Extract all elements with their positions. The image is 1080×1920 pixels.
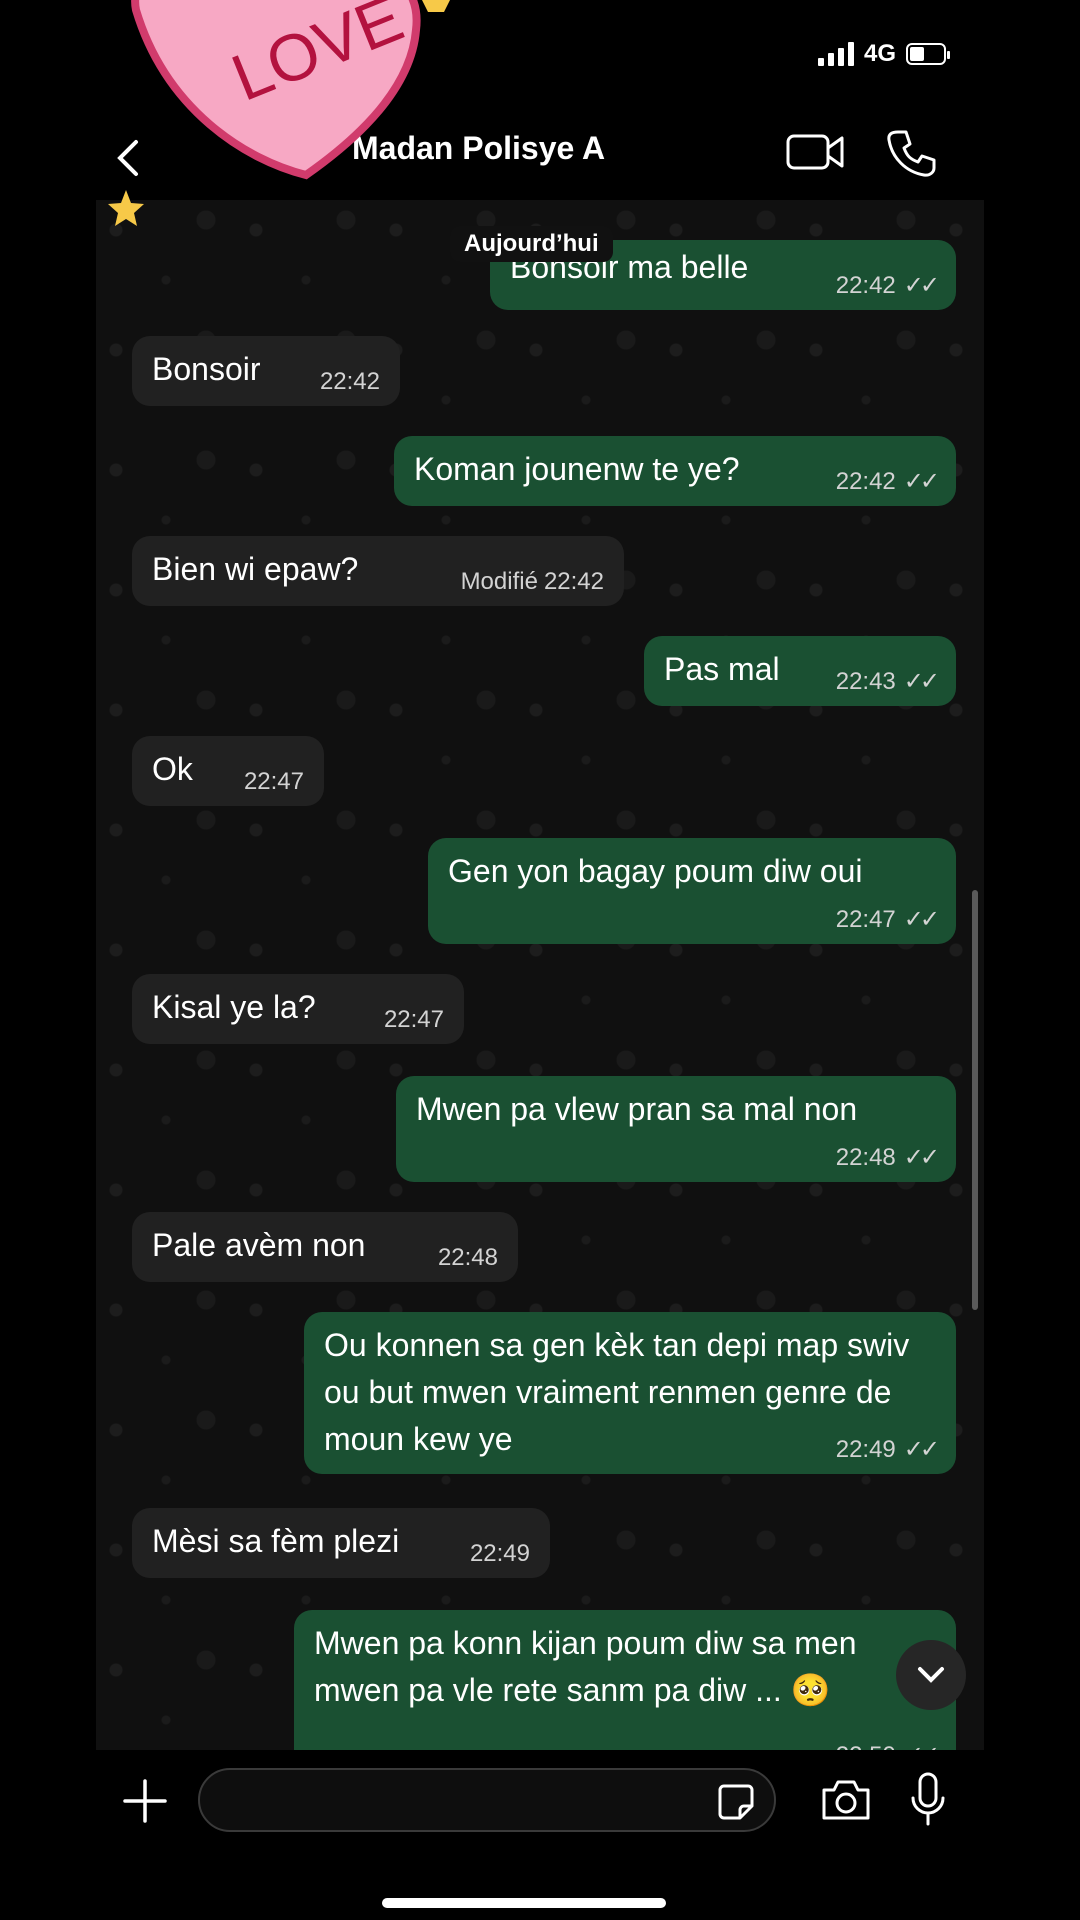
message-text: Ok <box>152 751 193 787</box>
message-time: 22:49 <box>835 1436 896 1463</box>
message-time: 22:48 <box>437 1244 498 1271</box>
read-ticks-icon: ✓✓ <box>903 1144 940 1171</box>
read-ticks-icon: ✓✓ <box>903 668 940 695</box>
message-bubble-outgoing[interactable]: Koman jounenw te ye? 22:42 ✓✓ <box>394 436 956 506</box>
composer-bar <box>96 1750 984 1920</box>
message-time: 22:42 <box>543 568 604 595</box>
message-bubble-incoming[interactable]: Mèsi sa fèm plezi 22:49 <box>132 1508 550 1578</box>
read-ticks-icon: ✓✓ <box>903 1436 940 1463</box>
chevron-down-icon <box>918 1667 944 1683</box>
message-bubble-outgoing[interactable]: Mwen pa konn kijan poum diw sa men mwen … <box>294 1610 956 1750</box>
read-ticks-icon: ✓✓ <box>903 272 940 299</box>
chat-scrollbar[interactable] <box>972 890 978 1310</box>
plus-icon[interactable] <box>122 1778 168 1824</box>
message-text: Mèsi sa fèm plezi <box>152 1523 400 1559</box>
message-time: 22:49 <box>469 1540 530 1567</box>
message-bubble-incoming[interactable]: Kisal ye la? 22:47 <box>132 974 464 1044</box>
message-bubble-outgoing[interactable]: Ou konnen sa gen kèk tan depi map swiv o… <box>304 1312 956 1474</box>
star-sticker <box>108 190 144 226</box>
message-bubble-outgoing[interactable]: Gen yon bagay poum diw oui 22:47 ✓✓ <box>428 838 956 944</box>
message-bubble-outgoing[interactable]: Mwen pa vlew pran sa mal non 22:48 ✓✓ <box>396 1076 956 1182</box>
message-bubble-incoming[interactable]: Pale avèm non 22:48 <box>132 1212 518 1282</box>
video-call-icon[interactable] <box>786 130 846 174</box>
message-time: 22:47 <box>835 906 896 933</box>
message-input[interactable] <box>198 1768 776 1832</box>
message-bubble-outgoing[interactable]: Pas mal 22:43 ✓✓ <box>644 636 956 706</box>
scroll-to-bottom-button[interactable] <box>896 1640 966 1710</box>
message-text: Ou konnen sa gen kèk tan depi map swiv o… <box>324 1327 910 1457</box>
right-letterbox <box>984 0 1080 1920</box>
signal-icon <box>817 42 854 66</box>
camera-icon[interactable] <box>820 1778 872 1822</box>
message-text: Bonsoir <box>152 351 261 387</box>
home-indicator[interactable] <box>382 1898 666 1908</box>
message-time: 22:48 <box>835 1144 896 1171</box>
message-time: 22:47 <box>383 1006 444 1033</box>
message-text: Koman jounenw te ye? <box>414 451 740 487</box>
message-time: 22:42 <box>835 468 896 495</box>
message-text: Kisal ye la? <box>152 989 316 1025</box>
left-letterbox <box>0 0 96 1920</box>
message-text: Pale avèm non <box>152 1227 366 1263</box>
phone-screen: 4G Madan Polisye A Aujourd’hui Bonsoir m… <box>96 0 984 1920</box>
message-time: 22:50 <box>836 1742 896 1750</box>
message-bubble-incoming[interactable]: Bien wi epaw? Modifié 22:42 <box>132 536 624 606</box>
edited-label: Modifié <box>460 568 538 595</box>
message-time: 22:43 <box>835 668 896 695</box>
read-ticks-icon: ✓✓ <box>903 468 940 495</box>
message-text: Mwen pa vlew pran sa mal non <box>416 1091 858 1127</box>
message-time: 22:42 <box>835 272 896 299</box>
message-text: Gen yon bagay poum diw oui <box>448 853 863 889</box>
heart-sticker: LOVE <box>131 0 421 180</box>
message-bubble-incoming[interactable]: Ok 22:47 <box>132 736 324 806</box>
message-bubble-incoming[interactable]: Bonsoir 22:42 <box>132 336 400 406</box>
battery-icon <box>906 43 950 65</box>
mic-icon[interactable] <box>910 1772 946 1828</box>
message-text: Bien wi epaw? <box>152 551 359 587</box>
read-ticks-icon: ✓✓ <box>904 1742 940 1750</box>
chat-area[interactable]: Aujourd’hui Bonsoir ma belle 22:42 ✓✓ Bon… <box>96 200 984 1750</box>
message-text: Pas mal <box>664 651 780 687</box>
network-label: 4G <box>863 40 896 67</box>
message-time: 22:47 <box>243 768 304 795</box>
message-time: 22:42 <box>319 368 380 395</box>
sticker-icon[interactable] <box>716 1782 756 1822</box>
message-text: Mwen pa konn kijan poum diw sa men mwen … <box>314 1625 857 1708</box>
phone-icon[interactable] <box>886 128 936 178</box>
date-separator: Aujourd’hui <box>450 226 613 262</box>
star-sticker <box>422 0 450 12</box>
read-ticks-icon: ✓✓ <box>903 906 940 933</box>
